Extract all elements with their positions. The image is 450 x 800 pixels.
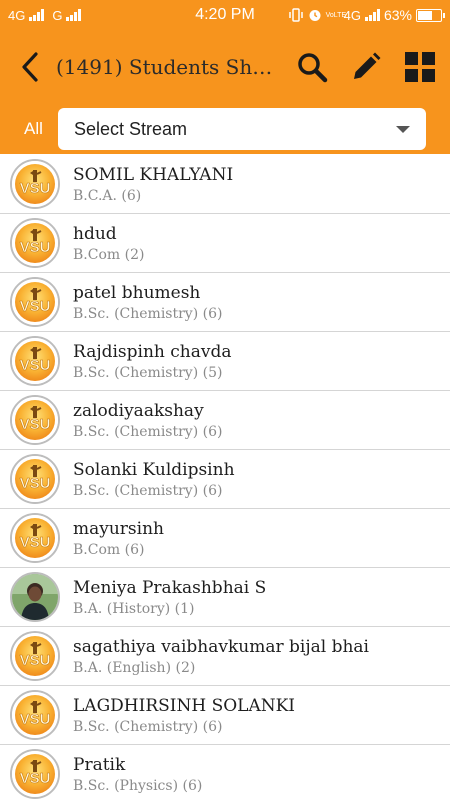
svg-text:VSU: VSU	[20, 475, 51, 492]
student-row[interactable]: VSU zalodiyaakshay B.Sc. (Chemistry) (6)	[0, 391, 450, 450]
vibrate-icon	[288, 8, 303, 22]
vsu-logo-avatar: VSU	[10, 631, 60, 681]
vsu-logo-avatar: VSU	[10, 690, 60, 740]
all-filter[interactable]: All	[24, 119, 56, 139]
svg-text:VSU: VSU	[20, 534, 51, 551]
student-course: B.Sc. (Chemistry) (6)	[73, 423, 223, 440]
student-row[interactable]: VSU mayursinh B.Com (6)	[0, 509, 450, 568]
student-name: SOMIL KHALYANI	[73, 164, 234, 185]
student-name: zalodiyaakshay	[73, 400, 204, 421]
vsu-logo-avatar: VSU	[10, 513, 60, 563]
pencil-icon	[354, 52, 381, 79]
chevron-left-icon	[22, 52, 38, 82]
student-info: LAGDHIRSINH SOLANKI B.Sc. (Chemistry) (6)	[73, 696, 295, 735]
student-info: sagathiya vaibhavkumar bijal bhai B.A. (E…	[73, 637, 369, 676]
signal-icon-1	[29, 9, 45, 21]
signal-icon-3	[364, 9, 380, 21]
stream-select-value: Select Stream	[74, 118, 188, 139]
student-name: sagathiya vaibhavkumar bijal bhai	[73, 636, 369, 657]
page-title: (1491) Students Shri...	[56, 55, 280, 79]
filter-bar: All Select Stream	[0, 104, 450, 154]
student-course: B.Sc. (Physics) (6)	[73, 777, 203, 794]
student-photo	[10, 572, 60, 622]
status-right: VoLTE 4G 63%	[288, 7, 445, 23]
student-info: Pratik B.Sc. (Physics) (6)	[73, 755, 202, 794]
student-name: Rajdispinh chavda	[73, 341, 232, 362]
grid-icon	[405, 52, 435, 82]
student-name: Meniya Prakashbhai S	[73, 577, 267, 598]
student-row[interactable]: Meniya Prakashbhai S B.A. (History) (1)	[0, 568, 450, 627]
student-row[interactable]: VSU hdud B.Com (2)	[0, 214, 450, 273]
student-name: LAGDHIRSINH SOLANKI	[73, 695, 296, 716]
vsu-logo-avatar: VSU	[10, 454, 60, 504]
svg-text:VSU: VSU	[20, 239, 51, 256]
student-info: Meniya Prakashbhai S B.A. (History) (1)	[73, 578, 266, 617]
vsu-logo-avatar: VSU	[10, 159, 60, 209]
status-time: 4:20 PM	[195, 6, 255, 23]
student-row[interactable]: VSU LAGDHIRSINH SOLANKI B.Sc. (Chemistry)…	[0, 686, 450, 745]
svg-text:VSU: VSU	[20, 652, 51, 669]
student-course: B.Sc. (Chemistry) (5)	[73, 364, 223, 381]
student-info: hdud B.Com (2)	[73, 224, 144, 263]
student-course: B.C.A. (6)	[73, 187, 142, 204]
svg-text:VSU: VSU	[20, 770, 51, 787]
network-type-right: 4G	[343, 7, 361, 23]
student-list: VSU SOMIL KHALYANI B.C.A. (6) VSU hdud B.C…	[0, 155, 450, 800]
stream-select[interactable]: Select Stream	[58, 108, 426, 150]
student-info: zalodiyaakshay B.Sc. (Chemistry) (6)	[73, 401, 222, 440]
student-course: B.Com (6)	[73, 541, 145, 558]
student-course: B.Sc. (Chemistry) (6)	[73, 482, 223, 499]
svg-text:VSU: VSU	[20, 416, 51, 433]
student-row[interactable]: VSU patel bhumesh B.Sc. (Chemistry) (6)	[0, 273, 450, 332]
student-info: Solanki Kuldipsinh B.Sc. (Chemistry) (6)	[73, 460, 235, 499]
student-row[interactable]: VSU Rajdispinh chavda B.Sc. (Chemistry) (…	[0, 332, 450, 391]
svg-text:VSU: VSU	[20, 357, 51, 374]
student-course: B.Com (2)	[73, 246, 145, 263]
vsu-logo-avatar: VSU	[10, 277, 60, 327]
chevron-down-icon	[396, 125, 410, 133]
grid-view-button[interactable]	[402, 49, 438, 85]
student-name: Solanki Kuldipsinh	[73, 459, 235, 480]
student-info: mayursinh B.Com (6)	[73, 519, 164, 558]
student-row[interactable]: VSU Pratik B.Sc. (Physics) (6)	[0, 745, 450, 800]
student-info: patel bhumesh B.Sc. (Chemistry) (6)	[73, 283, 222, 322]
vsu-logo-avatar: VSU	[10, 749, 60, 799]
status-bar: 4G G 4:20 PM VoLTE 4G 63%	[0, 0, 450, 30]
network-type-1: 4G	[8, 7, 26, 23]
signal-icon-2	[66, 9, 82, 21]
edit-button[interactable]	[348, 49, 384, 85]
search-button[interactable]	[294, 49, 330, 85]
header-actions	[294, 49, 438, 85]
student-name: Pratik	[73, 754, 126, 775]
student-row[interactable]: VSU sagathiya vaibhavkumar bijal bhai B.A…	[0, 627, 450, 686]
student-name: mayursinh	[73, 518, 164, 539]
student-row[interactable]: VSU Solanki Kuldipsinh B.Sc. (Chemistry) …	[0, 450, 450, 509]
student-course: B.A. (English) (2)	[73, 659, 196, 676]
student-info: SOMIL KHALYANI B.C.A. (6)	[73, 165, 233, 204]
student-course: B.Sc. (Chemistry) (6)	[73, 718, 223, 735]
student-row[interactable]: VSU SOMIL KHALYANI B.C.A. (6)	[0, 155, 450, 214]
battery-icon	[416, 8, 445, 22]
alarm-icon	[309, 10, 321, 21]
volte-label: VoLTE	[325, 11, 347, 19]
search-icon	[298, 53, 328, 83]
network-type-2: G	[52, 7, 63, 23]
svg-text:VSU: VSU	[20, 298, 51, 315]
vsu-logo-avatar: VSU	[10, 336, 60, 386]
student-course: B.A. (History) (1)	[73, 600, 195, 617]
vsu-logo-avatar: VSU	[10, 395, 60, 445]
student-name: patel bhumesh	[73, 282, 201, 303]
student-name: hdud	[73, 223, 117, 244]
student-info: Rajdispinh chavda B.Sc. (Chemistry) (5)	[73, 342, 232, 381]
vsu-logo-avatar: VSU	[10, 218, 60, 268]
app-bar: (1491) Students Shri...	[0, 30, 450, 104]
svg-text:VSU: VSU	[20, 180, 51, 197]
student-course: B.Sc. (Chemistry) (6)	[73, 305, 223, 322]
battery-percent: 63%	[383, 7, 412, 23]
back-button[interactable]	[12, 47, 48, 87]
svg-text:VSU: VSU	[20, 711, 51, 728]
